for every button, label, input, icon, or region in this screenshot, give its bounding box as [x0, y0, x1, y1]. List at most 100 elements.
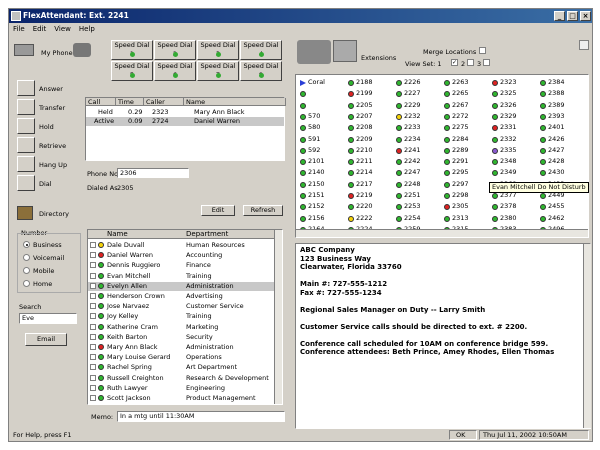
department-column-header[interactable]: Department	[186, 230, 228, 239]
extension-item[interactable]: Coral	[300, 78, 325, 87]
extension-item[interactable]: 2267	[444, 101, 469, 110]
row-checkbox[interactable]	[90, 282, 96, 289]
extension-item[interactable]: 2253	[396, 202, 421, 211]
directory-row[interactable]: Henderson Crown Advertising	[88, 292, 282, 301]
hang-up-icon[interactable]	[17, 156, 35, 172]
home-radio[interactable]	[23, 280, 30, 287]
extension-item[interactable]	[300, 89, 308, 98]
dial-icon[interactable]	[17, 175, 35, 191]
answer-icon[interactable]	[17, 80, 35, 96]
email-button[interactable]: Email	[25, 333, 67, 346]
row-checkbox[interactable]	[90, 323, 96, 330]
voicemail-radio[interactable]	[23, 254, 30, 261]
extension-item[interactable]: 2428	[540, 157, 565, 166]
directory-row[interactable]: Scott Jackson Product Management	[88, 394, 282, 403]
row-checkbox[interactable]	[90, 364, 96, 371]
message-scrollbar[interactable]	[583, 244, 591, 428]
extension-item[interactable]: 2297	[444, 180, 469, 189]
speed-dial-6-button[interactable]: Speed Dial 6	[154, 61, 196, 81]
extension-item[interactable]: 2378	[492, 202, 517, 211]
phone-no-input[interactable]: 2306	[117, 168, 189, 178]
directory-row[interactable]: Jose Narvaez Customer Service	[88, 302, 282, 311]
speed-dial-8-button[interactable]: Speed Dial 8	[240, 61, 282, 81]
row-checkbox[interactable]	[90, 252, 96, 259]
extension-item[interactable]: 2305	[444, 202, 469, 211]
extension-item[interactable]: 2389	[540, 101, 565, 110]
row-checkbox[interactable]	[90, 293, 96, 299]
extension-item[interactable]: 2101	[300, 157, 325, 166]
business-radio[interactable]	[23, 241, 30, 248]
row-checkbox[interactable]	[90, 374, 96, 381]
extension-item[interactable]: 592	[300, 146, 320, 155]
extension-item[interactable]: 2462	[540, 214, 565, 223]
extension-item[interactable]: 2384	[540, 78, 565, 87]
hold-icon[interactable]	[17, 118, 35, 134]
extension-item[interactable]: 591	[300, 135, 320, 144]
extensions-scrollbar[interactable]	[296, 229, 588, 237]
extension-item[interactable]: 2150	[300, 180, 325, 189]
menu-edit[interactable]: Edit	[29, 24, 51, 34]
row-checkbox[interactable]	[90, 333, 96, 340]
transfer-label[interactable]: Transfer	[39, 104, 65, 112]
row-checkbox[interactable]	[90, 384, 96, 391]
extension-item[interactable]: 2241	[396, 146, 421, 155]
directory-row[interactable]: Mary Louise Gerard Operations	[88, 353, 282, 362]
call-row-active[interactable]: Active 0.09 2724 Daniel Warren	[86, 117, 284, 126]
extension-item[interactable]: 2427	[540, 146, 565, 155]
extension-item[interactable]: 2156	[300, 214, 325, 223]
extension-item[interactable]: 2388	[540, 89, 565, 98]
extension-item[interactable]: 2217	[348, 180, 373, 189]
time-column-header[interactable]: Time	[116, 98, 144, 106]
menu-file[interactable]: File	[9, 24, 29, 34]
home-label[interactable]: Home	[33, 280, 52, 288]
retrieve-label[interactable]: Retrieve	[39, 142, 66, 150]
answer-label[interactable]: Answer	[39, 85, 63, 93]
maximize-button[interactable]: □	[567, 11, 578, 21]
row-checkbox[interactable]	[90, 313, 96, 320]
extension-item[interactable]: 2199	[348, 89, 373, 98]
directory-row[interactable]: Ruth Lawyer Engineering	[88, 384, 282, 393]
memo-input[interactable]: In a mtg until 11:30AM	[117, 411, 285, 422]
extension-item[interactable]: 2233	[396, 123, 421, 132]
extension-item[interactable]: 2207	[348, 112, 373, 121]
extension-item[interactable]: 2226	[396, 78, 421, 87]
extension-item[interactable]: 2227	[396, 89, 421, 98]
extension-item[interactable]: 2284	[444, 135, 469, 144]
speed-dial-3-button[interactable]: Speed Dial 3	[197, 40, 239, 60]
extension-item[interactable]: 2263	[444, 78, 469, 87]
dial-label[interactable]: Dial	[39, 180, 52, 188]
directory-row[interactable]: Dale Duvall Human Resources	[88, 241, 282, 250]
directory-row[interactable]: Mary Ann Black Administration	[88, 343, 282, 352]
search-input[interactable]: Eve	[19, 313, 77, 324]
mobile-radio[interactable]	[23, 267, 30, 274]
name-column-header[interactable]: Name	[184, 98, 286, 106]
directory-row[interactable]: Joy Kelley Training	[88, 312, 282, 321]
transfer-icon[interactable]	[17, 99, 35, 115]
extension-item[interactable]: 570	[300, 112, 320, 121]
extension-item[interactable]: 2219	[348, 191, 373, 200]
refresh-button[interactable]: Refresh	[243, 205, 283, 216]
extension-item[interactable]: 2329	[492, 112, 517, 121]
view-set-2-checkbox[interactable]	[467, 59, 474, 66]
name-column-header[interactable]: Name	[107, 230, 128, 239]
extension-item[interactable]: 2208	[348, 123, 373, 132]
voicemail-label[interactable]: Voicemail	[33, 254, 64, 262]
business-label[interactable]: Business	[33, 241, 62, 249]
extension-item[interactable]: 2234	[396, 135, 421, 144]
extension-item[interactable]: 2380	[492, 214, 517, 223]
extension-item[interactable]: 2393	[540, 112, 565, 121]
retrieve-icon[interactable]	[17, 137, 35, 153]
close-button[interactable]: ×	[580, 11, 591, 21]
merge-locations-checkbox[interactable]	[479, 47, 486, 54]
extension-item[interactable]: 2348	[492, 157, 517, 166]
extension-item[interactable]: 2140	[300, 168, 325, 177]
extension-item[interactable]: 2291	[444, 157, 469, 166]
call-column-header[interactable]: Call	[86, 98, 116, 106]
extension-item[interactable]: 2229	[396, 101, 421, 110]
directory-row[interactable]: Dennis Ruggiero Finance	[88, 261, 282, 270]
extension-item[interactable]: 2151	[300, 191, 325, 200]
extension-item[interactable]: 2349	[492, 168, 517, 177]
extension-item[interactable]: 2188	[348, 78, 373, 87]
extension-item[interactable]: 2247	[396, 168, 421, 177]
row-checkbox[interactable]	[90, 354, 96, 361]
